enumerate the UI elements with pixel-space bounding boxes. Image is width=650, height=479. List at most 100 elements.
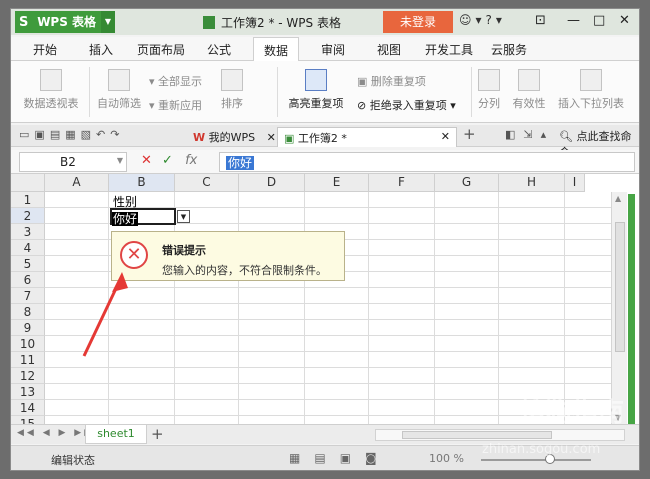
page-layout-view-icon[interactable]: ▤ — [314, 451, 339, 465]
page-break-view-icon[interactable]: ▣ — [340, 451, 365, 465]
close-tab-icon[interactable]: ✕ — [441, 130, 450, 143]
formula-input[interactable]: 你好 — [219, 152, 635, 172]
vertical-scroll-thumb[interactable] — [615, 222, 625, 352]
scroll-up-icon[interactable]: ▲ — [615, 194, 621, 203]
sort-icon — [221, 69, 243, 91]
zoom-level[interactable]: 100 % — [429, 452, 464, 465]
tab-data[interactable]: 数据 — [253, 37, 300, 61]
tab-formula[interactable]: 公式 — [207, 41, 231, 58]
show-all-button[interactable]: ▾ 全部显示 — [149, 73, 202, 89]
login-button[interactable]: 未登录 — [383, 11, 453, 33]
sort-button[interactable]: 排序 — [217, 69, 247, 111]
column-header-i[interactable]: I — [565, 174, 585, 192]
column-header-h[interactable]: H — [499, 174, 565, 192]
row-header-2[interactable]: 2 — [11, 208, 45, 224]
tab-my-wps[interactable]: W 我的WPS ✕ — [187, 127, 282, 147]
horizontal-scroll-thumb[interactable] — [402, 431, 552, 439]
row-header-4[interactable]: 4 — [11, 240, 45, 256]
collapse-icon[interactable]: ▴ — [541, 128, 555, 141]
help-icon[interactable]: ? — [486, 13, 496, 27]
side-panel-toggle[interactable] — [628, 194, 635, 424]
sheet-grid[interactable]: ABCDEFGHI 1 2 3 4 5 6 7 8 9 10 11 12 13 14 15 性别 你好 ▼ … — [11, 174, 639, 424]
backup-icon[interactable]: ◧ — [505, 128, 523, 141]
ribbon-data-tab: 数据透视表 自动筛选 ▾ 全部显示 ▾ 重新应用 排序 高亮重复项 ▣ 删除重复… — [11, 61, 639, 123]
delete-duplicates-button[interactable]: ▣ 删除重复项 — [357, 73, 426, 89]
row-header-3[interactable]: 3 — [11, 224, 45, 240]
validity-button[interactable]: 有效性 — [509, 69, 549, 111]
help-dropdown-icon[interactable]: ▾ — [496, 13, 506, 27]
undo-icon[interactable]: ↶ — [96, 128, 110, 141]
row-header-15[interactable]: 15 — [11, 416, 45, 424]
column-header-g[interactable]: G — [435, 174, 499, 192]
chevron-down-icon[interactable]: ▼ — [101, 11, 115, 33]
row-header-7[interactable]: 7 — [11, 288, 45, 304]
confirm-icon[interactable]: ✓ — [162, 153, 173, 168]
close-icon[interactable]: ✕ — [619, 13, 630, 28]
tab-developer[interactable]: 开发工具 — [425, 41, 473, 58]
cancel-icon[interactable]: ✕ — [141, 153, 152, 168]
watermark-url: zhinan.sogou.com — [482, 442, 601, 457]
name-box[interactable]: B2 ▼ — [19, 152, 127, 172]
chevron-down-icon[interactable]: ▼ — [117, 156, 123, 165]
row-header-5[interactable]: 5 — [11, 256, 45, 272]
tab-page-layout[interactable]: 页面布局 — [137, 41, 185, 58]
row-header-6[interactable]: 6 — [11, 272, 45, 288]
column-header-f[interactable]: F — [369, 174, 435, 192]
sheet-nav-buttons[interactable]: ◀◀ ◀ ▶ ▶▶ — [17, 428, 94, 438]
row-header-12[interactable]: 12 — [11, 368, 45, 384]
select-all-corner[interactable] — [11, 174, 45, 192]
validation-dropdown-button[interactable]: ▼ — [177, 210, 190, 223]
row-header-1[interactable]: 1 — [11, 192, 45, 208]
row-header-9[interactable]: 9 — [11, 320, 45, 336]
wps-logo-icon: S — [19, 15, 29, 30]
row-header-8[interactable]: 8 — [11, 304, 45, 320]
tab-cloud[interactable]: 云服务 — [491, 41, 527, 58]
split-column-button[interactable]: 分列 — [477, 69, 501, 111]
insert-dropdown-list-button[interactable]: 插入下拉列表 — [557, 69, 625, 111]
print-preview-icon[interactable]: ▧ — [81, 128, 96, 141]
sheet-tab-sheet1[interactable]: sheet1 — [85, 425, 147, 444]
pivot-table-button[interactable]: 数据透视表 — [21, 69, 81, 111]
tab-workbook[interactable]: ▣ 工作簿2 * ✕ — [277, 127, 457, 147]
redo-icon[interactable]: ↷ — [110, 128, 124, 141]
column-header-c[interactable]: C — [175, 174, 239, 192]
share-icon[interactable]: ⇲ — [523, 128, 540, 141]
row-header-14[interactable]: 14 — [11, 400, 45, 416]
close-tab-icon[interactable]: ✕ — [267, 131, 276, 144]
restore-layout-icon[interactable]: ⊡ — [535, 13, 546, 28]
horizontal-scrollbar[interactable] — [375, 429, 625, 441]
reject-duplicates-button[interactable]: ⊘ 拒绝录入重复项 ▾ — [357, 97, 456, 113]
tab-insert[interactable]: 插入 — [89, 41, 113, 58]
column-header-b[interactable]: B — [109, 174, 175, 192]
folder-icon[interactable]: ▭ — [19, 128, 34, 141]
active-cell-b2[interactable]: 你好 — [110, 208, 176, 226]
tab-home[interactable]: 开始 — [33, 41, 57, 58]
maximize-icon[interactable]: □ — [593, 13, 605, 28]
row-header-13[interactable]: 13 — [11, 384, 45, 400]
autofilter-button[interactable]: 自动筛选 — [95, 69, 143, 111]
wps-app-menu-button[interactable]: S WPS 表格 ▼ — [15, 11, 115, 33]
new-tab-icon[interactable]: + — [463, 125, 476, 143]
column-header-a[interactable]: A — [45, 174, 109, 192]
add-sheet-icon[interactable]: + — [151, 425, 164, 443]
skin-icon[interactable]: ☺ — [459, 13, 476, 27]
minimize-icon[interactable]: — — [567, 13, 580, 28]
tab-review[interactable]: 审阅 — [321, 41, 345, 58]
normal-view-icon[interactable]: ▦ — [289, 451, 314, 465]
export-pdf-icon[interactable]: ▤ — [50, 128, 65, 141]
row-header-11[interactable]: 11 — [11, 352, 45, 368]
highlight-duplicates-button[interactable]: 高亮重复项 — [283, 69, 349, 111]
wps-w-icon: W — [193, 131, 206, 144]
print-icon[interactable]: ▦ — [65, 128, 80, 141]
zoom-slider[interactable] — [481, 459, 591, 461]
row-header-10[interactable]: 10 — [11, 336, 45, 352]
fx-icon[interactable]: fx — [185, 153, 197, 168]
vertical-scrollbar[interactable]: ▲ ▼ — [611, 192, 627, 424]
reading-mode-icon[interactable]: ◙ — [365, 451, 391, 465]
reapply-button[interactable]: ▾ 重新应用 — [149, 97, 202, 113]
tab-view[interactable]: 视图 — [377, 41, 401, 58]
column-header-e[interactable]: E — [305, 174, 369, 192]
save-icon[interactable]: ▣ — [34, 128, 49, 141]
shirt-icon[interactable]: ▾ — [476, 13, 486, 27]
column-header-d[interactable]: D — [239, 174, 305, 192]
